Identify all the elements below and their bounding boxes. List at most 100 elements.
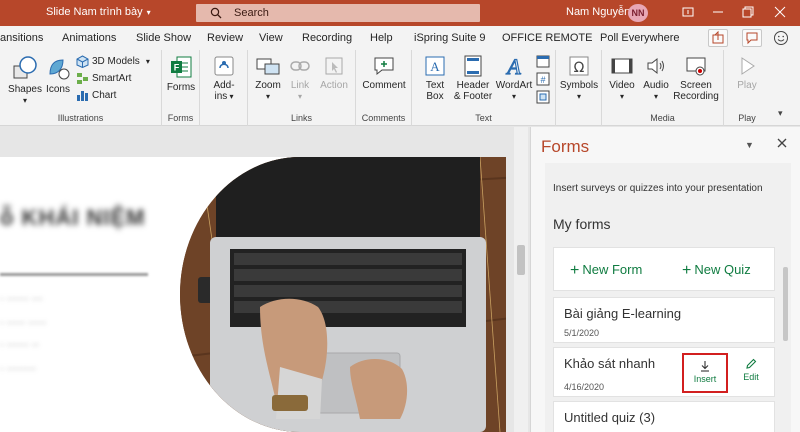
new-form-button[interactable]: + New Form bbox=[570, 262, 642, 280]
group-label-media: Media bbox=[650, 113, 675, 123]
chevron-down-icon: ▼ bbox=[745, 140, 754, 150]
video-button[interactable]: Video ▾ bbox=[606, 54, 638, 102]
pane-description: Insert surveys or quizzes into your pres… bbox=[553, 183, 763, 194]
laptop-illustration bbox=[180, 157, 506, 432]
edit-label: Edit bbox=[743, 372, 759, 382]
addins-icon bbox=[214, 56, 234, 76]
action-icon bbox=[325, 57, 343, 75]
form-card[interactable]: Untitled quiz (3) bbox=[553, 401, 775, 432]
new-quiz-button[interactable]: + New Quiz bbox=[682, 262, 751, 280]
screen-recording-button[interactable]: Screen Recording bbox=[672, 54, 720, 102]
icons-icon bbox=[49, 59, 70, 80]
wordart-icon: A bbox=[505, 54, 522, 78]
smartart-label: SmartArt bbox=[92, 73, 132, 85]
collapse-ribbon-icon[interactable]: ▾ bbox=[778, 108, 783, 119]
minimize-button[interactable] bbox=[708, 2, 728, 22]
comment-icon bbox=[746, 32, 758, 45]
header-footer-button[interactable]: Header & Footer bbox=[452, 54, 494, 102]
slide-scrollbar[interactable] bbox=[514, 127, 528, 432]
wordart-label: WordArt bbox=[495, 80, 533, 91]
shapes-button[interactable]: Shapes ▾ bbox=[8, 54, 42, 106]
forms-pane-content: Insert surveys or quizzes into your pres… bbox=[545, 163, 791, 432]
form-card[interactable]: Khảo sát nhanh 4/16/2020 Insert Edit bbox=[553, 347, 775, 397]
tab-help[interactable]: Help bbox=[370, 32, 393, 44]
pane-options-button[interactable]: ▼ bbox=[745, 140, 754, 150]
group-symbols: Ω Symbols ▾ bbox=[556, 50, 602, 126]
group-label-play: Play bbox=[738, 113, 756, 123]
share-button[interactable] bbox=[708, 29, 728, 47]
comment-button[interactable]: Comment bbox=[360, 54, 408, 91]
date-time-icon[interactable] bbox=[536, 54, 550, 68]
share-icon bbox=[712, 30, 724, 44]
group-label-text: Text bbox=[475, 113, 492, 123]
slide-text-blurred: · ······ ·· bbox=[0, 339, 40, 351]
document-title[interactable]: Slide Nam trình bày ▾ bbox=[46, 6, 151, 18]
form-title: Bài giảng E-learning bbox=[564, 306, 682, 321]
feedback-button[interactable] bbox=[772, 29, 792, 47]
action-button[interactable]: Action bbox=[316, 54, 352, 91]
edit-button[interactable]: Edit bbox=[736, 355, 766, 382]
svg-text:Ω: Ω bbox=[574, 60, 585, 76]
tab-recording[interactable]: Recording bbox=[302, 32, 352, 44]
comments-button[interactable] bbox=[742, 29, 762, 47]
screen-recording-icon bbox=[686, 57, 706, 76]
document-title-text: Slide Nam trình bày bbox=[46, 6, 143, 18]
audio-button[interactable]: Audio ▾ bbox=[640, 54, 672, 102]
play-icon bbox=[741, 57, 755, 75]
tab-review[interactable]: Review bbox=[207, 32, 243, 44]
text-small-tools: # bbox=[536, 54, 550, 104]
3d-models-label: 3D Models bbox=[92, 56, 140, 68]
addins-button[interactable]: Add- ins ▾ bbox=[208, 54, 240, 102]
title-bar: Slide Nam trình bày ▾ Search Nam Nguyễn N… bbox=[0, 0, 800, 26]
close-pane-button[interactable] bbox=[777, 137, 787, 151]
object-icon[interactable] bbox=[536, 90, 550, 104]
slide-canvas[interactable]: ỗ KHÁI NIỆM · ······ ··· · ····· ····· ·… bbox=[0, 157, 506, 432]
tab-poll-everywhere[interactable]: Poll Everywhere bbox=[600, 32, 679, 44]
user-name[interactable]: Nam Nguyễn bbox=[566, 6, 630, 18]
ribbon-display-options-button[interactable] bbox=[678, 2, 698, 22]
plus-icon: + bbox=[682, 262, 692, 279]
tab-slide-show[interactable]: Slide Show bbox=[136, 32, 191, 44]
chevron-down-icon: ▾ bbox=[146, 8, 151, 17]
chart-button[interactable]: Chart bbox=[76, 89, 116, 102]
zoom-button[interactable]: Zoom ▾ bbox=[252, 54, 284, 102]
restore-button[interactable] bbox=[738, 2, 758, 22]
wordart-button[interactable]: A WordArt ▾ bbox=[494, 54, 534, 102]
forms-button[interactable]: F Forms bbox=[166, 54, 196, 93]
shapes-icon bbox=[13, 56, 37, 79]
link-button[interactable]: Link ▾ bbox=[286, 54, 314, 102]
pane-scrollbar[interactable] bbox=[783, 247, 789, 432]
header-footer-label-1: Header bbox=[456, 80, 490, 91]
chevron-down-icon: ▾ bbox=[227, 92, 234, 101]
group-label-illustrations: Illustrations bbox=[57, 113, 104, 123]
3d-models-button[interactable]: 3D Models ▾ bbox=[76, 55, 150, 69]
group-play: Play Play bbox=[724, 50, 770, 126]
link-label: Link bbox=[290, 80, 310, 91]
insert-button[interactable]: Insert bbox=[682, 353, 728, 393]
tab-view[interactable]: View bbox=[259, 32, 283, 44]
text-box-button[interactable]: A Text Box bbox=[418, 54, 452, 102]
tab-ispring-suite[interactable]: iSpring Suite 9 bbox=[414, 32, 486, 44]
smartart-button[interactable]: SmartArt bbox=[76, 72, 131, 85]
tab-transitions[interactable]: ansitions bbox=[0, 32, 43, 44]
slide-editor: ỗ KHÁI NIỆM · ······ ··· · ····· ····· ·… bbox=[0, 127, 530, 432]
chevron-down-icon: ▾ bbox=[576, 92, 581, 101]
symbols-button[interactable]: Ω Symbols ▾ bbox=[558, 54, 600, 102]
search-box[interactable]: Search bbox=[196, 4, 480, 22]
slide-scrollbar-thumb[interactable] bbox=[517, 245, 525, 275]
tab-office-remote[interactable]: OFFICE REMOTE bbox=[502, 32, 592, 44]
form-card[interactable]: Bài giảng E-learning 5/1/2020 bbox=[553, 297, 775, 343]
pane-scrollbar-thumb[interactable] bbox=[783, 267, 788, 341]
new-form-box: + New Form + New Quiz bbox=[553, 247, 775, 291]
avatar[interactable]: NN bbox=[628, 4, 648, 22]
svg-text:F: F bbox=[174, 63, 180, 73]
close-window-button[interactable] bbox=[770, 2, 790, 22]
screen-recording-label-2: Recording bbox=[673, 91, 719, 102]
addins-label-1: Add- bbox=[213, 80, 235, 91]
play-button[interactable]: Play bbox=[730, 54, 764, 91]
icons-button[interactable]: Icons bbox=[44, 54, 72, 95]
action-label: Action bbox=[320, 80, 348, 91]
tab-animations[interactable]: Animations bbox=[62, 32, 116, 44]
close-icon bbox=[774, 6, 786, 18]
slide-number-icon[interactable]: # bbox=[536, 72, 550, 86]
